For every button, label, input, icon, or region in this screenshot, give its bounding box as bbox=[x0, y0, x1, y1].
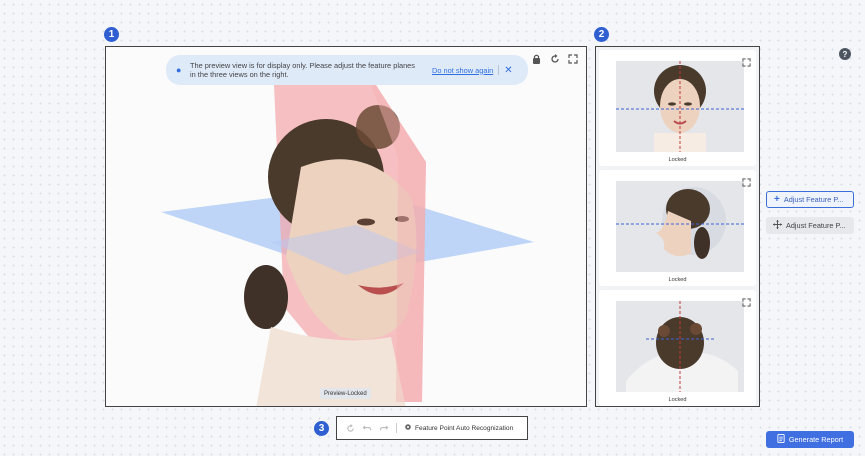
adjust-feature-point-button[interactable]: Adjust Feature P... bbox=[766, 217, 854, 234]
front-view-image bbox=[616, 61, 744, 152]
help-button[interactable]: ? bbox=[839, 48, 851, 60]
side-view[interactable]: Locked bbox=[599, 170, 756, 286]
generate-report-label: Generate Report bbox=[788, 435, 844, 444]
rotate-reset-icon[interactable] bbox=[549, 53, 560, 64]
view-status-label: Locked bbox=[668, 397, 687, 403]
button-label: Adjust Feature P... bbox=[786, 221, 846, 230]
move-icon bbox=[773, 220, 782, 231]
fullscreen-icon[interactable] bbox=[742, 174, 751, 187]
top-view[interactable]: Locked bbox=[599, 290, 756, 406]
auto-recognize-icon bbox=[404, 423, 412, 433]
plus-icon: + bbox=[774, 194, 780, 205]
auto-recognize-button[interactable]: Feature Point Auto Recognization bbox=[404, 423, 513, 433]
auto-recognize-label: Feature Point Auto Recognization bbox=[415, 424, 514, 432]
step-marker-2: 2 bbox=[594, 27, 609, 42]
adjust-feature-plane-button[interactable]: + Adjust Feature P... bbox=[766, 191, 854, 208]
three-views-panel: Locked Locked Locked bbox=[595, 46, 760, 407]
generate-report-button[interactable]: Generate Report bbox=[766, 431, 854, 448]
step-marker-3: 3 bbox=[314, 421, 329, 436]
button-label: Adjust Feature P... bbox=[783, 195, 844, 204]
3d-head-scene bbox=[161, 85, 534, 406]
do-not-show-again-link[interactable]: Do not show again bbox=[432, 66, 493, 75]
view-status-label: Locked bbox=[668, 157, 687, 163]
info-banner: ● The preview view is for display only. … bbox=[166, 55, 528, 85]
preview-status-tag: Preview-Locked bbox=[320, 388, 371, 399]
banner-divider bbox=[498, 65, 500, 75]
top-view-image bbox=[616, 301, 744, 392]
banner-message: The preview view is for display only. Pl… bbox=[190, 61, 415, 79]
front-view[interactable]: Locked bbox=[599, 50, 756, 166]
preview-viewport[interactable]: ● The preview view is for display only. … bbox=[105, 46, 587, 407]
fullscreen-icon[interactable] bbox=[742, 294, 751, 307]
hair-bun-side bbox=[244, 265, 288, 329]
location-pin-icon: ● bbox=[176, 64, 182, 75]
fullscreen-icon[interactable] bbox=[742, 54, 751, 67]
close-icon[interactable]: ✕ bbox=[504, 65, 512, 75]
toolbar-divider bbox=[396, 423, 397, 433]
view-status-label: Locked bbox=[668, 277, 687, 283]
preview-toolbar bbox=[531, 53, 578, 64]
step-marker-1: 1 bbox=[104, 27, 119, 42]
eye-left bbox=[357, 218, 375, 226]
redo-icon[interactable] bbox=[379, 423, 389, 433]
report-icon bbox=[777, 434, 785, 445]
bottom-toolbar: Feature Point Auto Recognization bbox=[336, 416, 528, 440]
fullscreen-icon[interactable] bbox=[567, 53, 578, 64]
undo-icon[interactable] bbox=[362, 423, 372, 433]
lock-icon[interactable] bbox=[531, 53, 542, 64]
reset-icon[interactable] bbox=[345, 423, 355, 433]
side-view-image bbox=[616, 181, 744, 272]
